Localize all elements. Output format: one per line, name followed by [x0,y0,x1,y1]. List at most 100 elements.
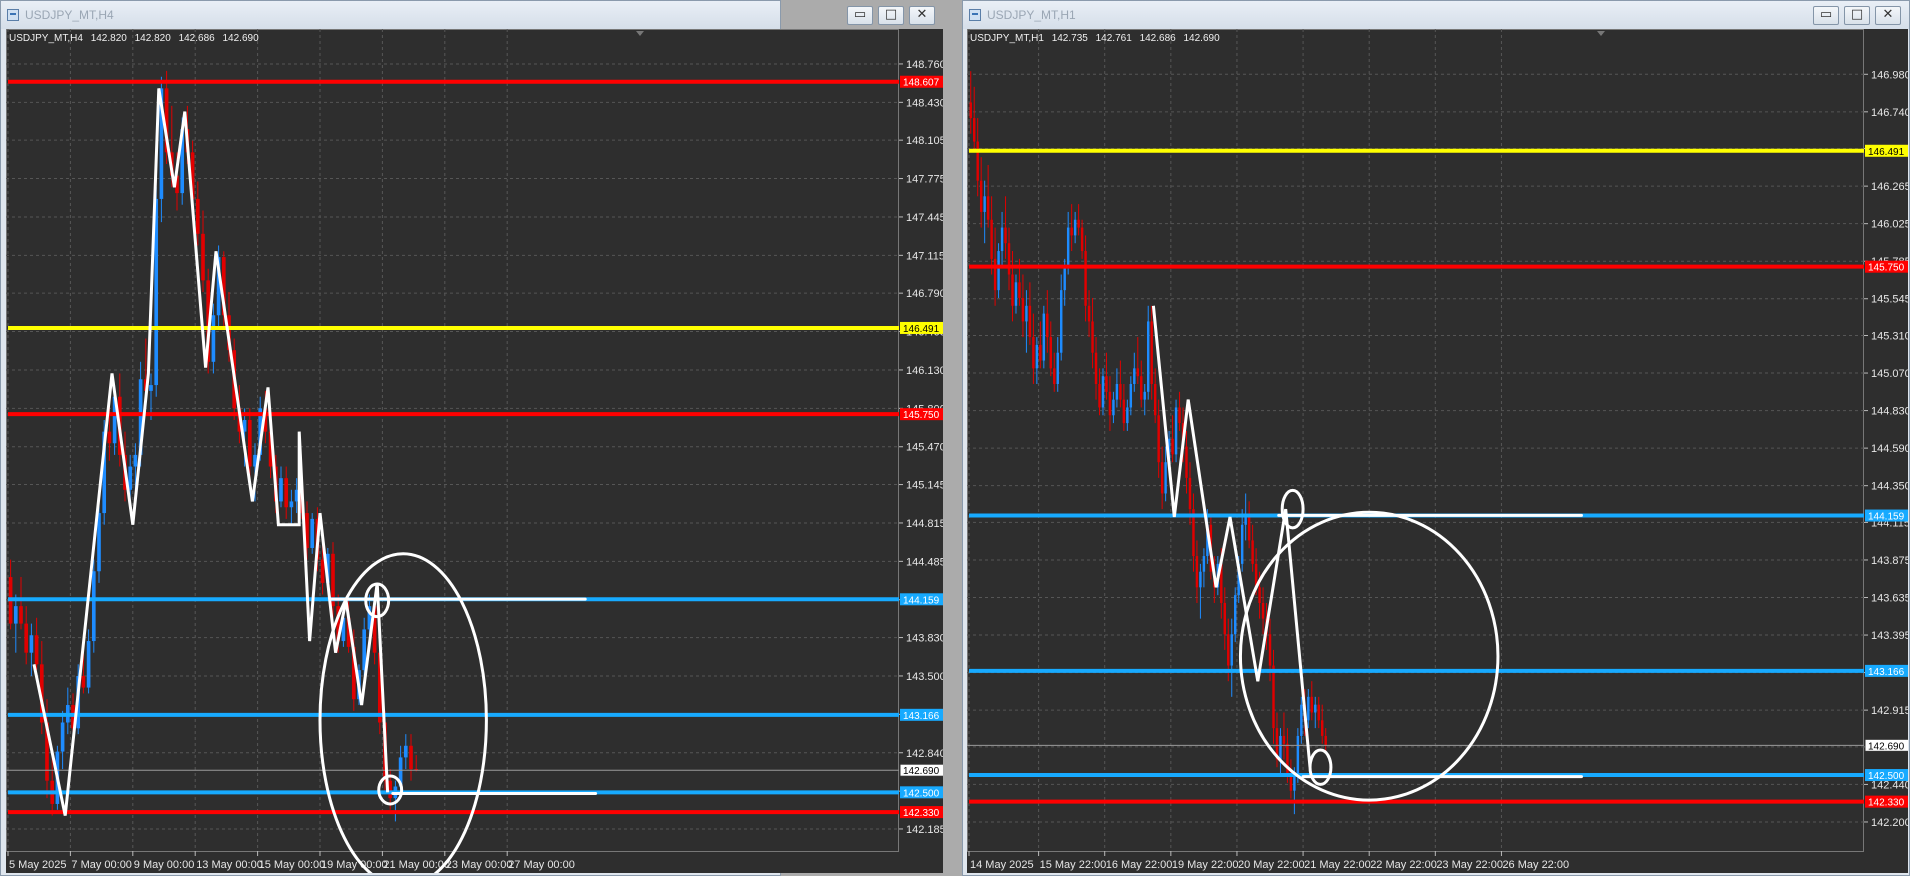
close-button[interactable]: ✕ [1875,6,1901,25]
maximize-button[interactable]: □ [1844,6,1870,25]
candle-body [1258,587,1261,603]
chevron-down-icon[interactable] [636,31,644,36]
candle-body [1014,282,1018,306]
candle-body [1084,251,1087,306]
candle-body [1282,735,1286,744]
candle-body [1195,556,1199,588]
candle-body [1028,305,1032,338]
chart-window-icon [7,9,19,21]
ohlc-open: 142.820 [90,33,127,44]
level-price-label: 145.750 [1868,263,1905,274]
chevron-down-icon[interactable] [1597,31,1605,36]
price-chart[interactable]: 148.760 148.430 148.105 147.775 147.445 147.1… [6,29,943,873]
candle-body [29,635,34,653]
candle-body [1314,704,1317,713]
ohlc-high: 142.761 [1095,33,1132,44]
candle-body [1035,344,1039,369]
candle-body [60,722,65,752]
candle-body [1268,634,1272,666]
candle-body [1087,305,1091,322]
symbol-ohlc-header: USDJPY_MT,H4 142.820 142.820 142.686 142… [9,33,264,44]
candle-body [24,623,29,653]
level-price-label: 144.159 [1868,512,1905,523]
price-tick-label: 147.115 [906,250,943,262]
price-tick-label: 146.025 [1871,219,1908,231]
window-titlebar[interactable]: USDJPY_MT,H1 ▭ □ ✕ [963,1,1909,29]
candle-body [195,198,200,234]
candle-body [279,478,283,502]
candle-body [310,518,315,548]
time-tick-label: 19 May 22:00 [1172,859,1239,871]
candle-body [289,501,294,508]
candle-body [1244,516,1247,525]
price-tick-label: 143.830 [906,633,943,645]
candle-body [1098,383,1101,408]
time-tick-label: 7 May 00:00 [71,859,132,871]
candle-body [976,141,979,181]
price-tick-label: 144.350 [1871,481,1908,493]
candle-body [1234,595,1237,635]
candle-body [107,431,112,444]
candle-body [91,571,96,642]
candle-body [1063,266,1066,291]
chart-canvas[interactable]: 146.980146.740146.505146.265146.025145.7… [967,29,1908,873]
candle-body [1126,407,1129,424]
window-titlebar[interactable]: USDJPY_MT,H4 ▭ □ ✕ [1,1,935,29]
candle-body [973,118,976,142]
price-tick-label: 144.815 [906,518,943,530]
time-tick-label: 20 May 22:00 [1238,859,1305,871]
price-tick-label: 147.775 [906,174,943,186]
zigzag-drawing[interactable] [32,88,390,816]
time-tick-label: 5 May 2025 [9,859,66,871]
candle-body [1122,399,1126,424]
candle-body [979,180,983,212]
candle-body [1310,696,1313,713]
candle-body [1247,516,1251,541]
window-title: USDJPY_MT,H1 [987,8,1076,22]
price-tick-label: 142.915 [1871,705,1908,717]
ohlc-open: 142.735 [1051,33,1088,44]
candle-body [1091,321,1094,353]
candle-body [19,606,23,624]
price-tick-label: 148.760 [906,59,943,71]
window-title: USDJPY_MT,H4 [25,8,114,22]
candle-body [990,219,993,259]
candle-body [201,233,205,281]
price-tick-label: 143.635 [1871,593,1908,605]
price-tick-label: 148.430 [906,97,943,109]
zigzag-drawing[interactable] [1151,305,1312,768]
level-price-label: 148.607 [903,78,940,89]
highlight-small-ellipse[interactable] [1308,748,1333,786]
chart-canvas[interactable]: 148.760 148.430 148.105 147.775 147.445 147.1… [6,29,943,873]
candle-body [284,478,289,508]
maximize-button[interactable]: □ [878,6,904,25]
minimize-button[interactable]: ▭ [847,6,873,25]
candle-body [1025,305,1028,322]
candle-body [1094,352,1098,384]
current-price-label: 142.690 [1868,741,1905,752]
candle-body [1018,282,1021,298]
candle-body [1150,321,1153,384]
price-tick-label: 142.200 [1871,817,1908,829]
price-tick-label: 142.840 [906,748,943,760]
candle-body [1199,571,1202,588]
candle-body [1053,368,1056,384]
candle-body [1011,274,1014,306]
candle-body [1115,383,1119,400]
level-price-label: 145.750 [903,410,940,421]
candle-body [1042,313,1046,361]
candle-body [1321,720,1324,736]
time-tick-label: 21 May 22:00 [1304,859,1371,871]
candle-body [34,635,39,665]
candle-body [1164,462,1167,494]
price-tick-label: 147.445 [906,212,943,224]
close-button[interactable]: ✕ [909,6,935,25]
candle-body [1160,462,1164,494]
price-chart[interactable]: 146.980146.740146.505146.265146.025145.7… [967,29,1908,873]
candle-body [1108,391,1112,416]
symbol-ohlc-header: USDJPY_MT,H1 142.735 142.761 142.686 142… [970,33,1225,44]
minimize-button[interactable]: ▭ [1813,6,1839,25]
symbol-name: USDJPY_MT,H1 [970,33,1044,44]
candle-body [997,251,1000,291]
candle-body [1289,775,1293,791]
